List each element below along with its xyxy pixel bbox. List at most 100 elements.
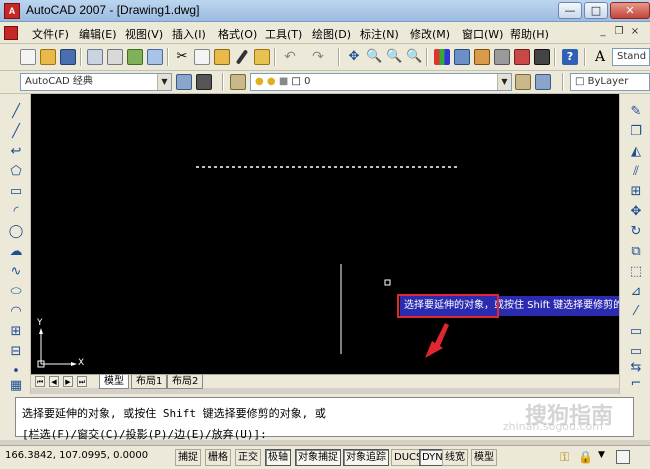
next-tab-icon[interactable]: ▶ bbox=[63, 376, 73, 387]
make-object-layer-current-icon[interactable] bbox=[515, 74, 531, 90]
comm-center-icon[interactable]: ⚿ bbox=[560, 450, 569, 465]
rotate-icon[interactable]: ↻ bbox=[628, 224, 644, 240]
paste-icon[interactable] bbox=[214, 49, 230, 65]
scale-icon[interactable]: ⧉ bbox=[628, 244, 644, 260]
insert-block-icon[interactable]: ⊞ bbox=[8, 324, 24, 340]
menu-dimension[interactable]: 标注(N) bbox=[360, 26, 399, 42]
layer-manager-icon[interactable] bbox=[230, 74, 246, 90]
block-editor-icon[interactable] bbox=[254, 49, 270, 65]
properties-icon[interactable] bbox=[434, 49, 450, 65]
trim-icon[interactable]: ⊿ bbox=[628, 284, 644, 300]
menu-help[interactable]: 帮助(H) bbox=[510, 26, 549, 42]
spline-icon[interactable]: ∿ bbox=[8, 264, 24, 280]
mdi-close-button[interactable]: × bbox=[628, 25, 642, 40]
autocad-app-icon[interactable]: A bbox=[4, 3, 20, 19]
copy-icon[interactable] bbox=[194, 49, 210, 65]
drawing-canvas[interactable]: Y X 选择要延伸的对象，或按住 Shift 键选择要修剪的对象 bbox=[31, 94, 619, 374]
erase-icon[interactable]: ✎ bbox=[628, 104, 644, 120]
fillet-icon[interactable]: ⌐ bbox=[628, 376, 644, 392]
array-icon[interactable]: ⊞ bbox=[628, 184, 644, 200]
open-folder-icon[interactable] bbox=[40, 49, 56, 65]
lock-toolbars-icon[interactable]: 🔒 bbox=[578, 450, 593, 464]
workspace-settings-icon[interactable] bbox=[176, 74, 192, 90]
mdi-minimize-button[interactable]: _ bbox=[596, 25, 610, 40]
markup-icon[interactable] bbox=[514, 49, 530, 65]
3d-dwf-icon[interactable] bbox=[147, 49, 163, 65]
menu-format[interactable]: 格式(O) bbox=[218, 26, 257, 42]
minimize-button[interactable]: — bbox=[558, 2, 582, 19]
status-osnap-button[interactable]: 对象捕捉 bbox=[295, 449, 341, 466]
hatch-icon[interactable]: ▦ bbox=[8, 378, 24, 394]
tab-model[interactable]: 模型 bbox=[99, 375, 129, 389]
offset-icon[interactable]: ⫽ bbox=[628, 164, 644, 180]
menu-insert[interactable]: 插入(I) bbox=[172, 26, 206, 42]
status-polar-button[interactable]: 极轴 bbox=[265, 449, 291, 466]
sheet-set-icon[interactable] bbox=[494, 49, 510, 65]
clean-screen-icon[interactable] bbox=[616, 450, 630, 464]
menu-draw[interactable]: 绘图(D) bbox=[312, 26, 351, 42]
prev-tab-icon[interactable]: ◀ bbox=[49, 376, 59, 387]
break-icon[interactable]: ▭ bbox=[628, 324, 644, 340]
workspace-combo[interactable]: AutoCAD 经典 ▼ bbox=[20, 73, 172, 91]
pan-icon[interactable]: ✥ bbox=[346, 49, 362, 65]
menu-window[interactable]: 窗口(W) bbox=[462, 26, 503, 42]
menu-view[interactable]: 视图(V) bbox=[125, 26, 163, 42]
menu-edit[interactable]: 编辑(E) bbox=[79, 26, 117, 42]
redo-icon[interactable]: ↷ bbox=[310, 49, 326, 65]
polygon-icon[interactable]: ⬠ bbox=[8, 164, 24, 180]
copy-object-icon[interactable]: ❐ bbox=[628, 124, 644, 140]
chamfer-icon[interactable]: ⇆ bbox=[628, 360, 644, 376]
layer-previous-icon[interactable] bbox=[535, 74, 551, 90]
zoom-window-icon[interactable]: 🔍 bbox=[386, 49, 402, 65]
tool-palettes-icon[interactable] bbox=[474, 49, 490, 65]
status-model-button[interactable]: 模型 bbox=[471, 449, 497, 466]
publish-icon[interactable] bbox=[127, 49, 143, 65]
ellipse-arc-icon[interactable]: ◠ bbox=[8, 304, 24, 320]
extend-icon[interactable]: ⁄ bbox=[628, 304, 644, 320]
status-snap-button[interactable]: 捕捉 bbox=[175, 449, 201, 466]
tab-layout1[interactable]: 布局1 bbox=[131, 375, 168, 389]
maximize-button[interactable]: □ bbox=[584, 2, 608, 19]
make-block-icon[interactable]: ⊟ bbox=[8, 344, 24, 360]
arc-icon[interactable]: ◜ bbox=[8, 204, 24, 220]
menu-tools[interactable]: 工具(T) bbox=[265, 26, 302, 42]
first-tab-icon[interactable]: ⏮ bbox=[35, 376, 45, 387]
mdi-restore-button[interactable]: ❐ bbox=[612, 25, 626, 40]
mirror-icon[interactable]: ◭ bbox=[628, 144, 644, 160]
ellipse-icon[interactable]: ⬭ bbox=[8, 284, 24, 300]
polyline-icon[interactable]: ↩ bbox=[8, 144, 24, 160]
circle-icon[interactable]: ◯ bbox=[8, 224, 24, 240]
last-tab-icon[interactable]: ⏭ bbox=[77, 376, 87, 387]
revision-cloud-icon[interactable]: ☁ bbox=[8, 244, 24, 260]
menu-modify[interactable]: 修改(M) bbox=[410, 26, 450, 42]
help-icon[interactable]: ? bbox=[562, 49, 578, 65]
undo-icon[interactable]: ↶ bbox=[282, 49, 298, 65]
join-icon[interactable]: ▭ bbox=[628, 344, 644, 360]
command-history[interactable]: 选择要延伸的对象, 或按住 Shift 键选择要修剪的对象, 或 [栏选(F)/… bbox=[15, 397, 634, 441]
text-style-icon[interactable]: A bbox=[592, 49, 608, 65]
save-icon[interactable] bbox=[60, 49, 76, 65]
zoom-realtime-icon[interactable]: 🔍 bbox=[366, 49, 382, 65]
command-line-2[interactable]: [栏选(F)/窗交(C)/投影(P)/边(E)/放弃(U)]: bbox=[22, 426, 267, 442]
design-center-icon[interactable] bbox=[454, 49, 470, 65]
stretch-icon[interactable]: ⬚ bbox=[628, 264, 644, 280]
document-icon[interactable] bbox=[4, 26, 18, 40]
linetype-combo[interactable]: □ ByLayer bbox=[570, 73, 650, 91]
move-icon[interactable]: ✥ bbox=[628, 204, 644, 220]
menu-file[interactable]: 文件(F) bbox=[32, 26, 69, 42]
layer-combo[interactable]: ● ● ■ □ 0 ▼ bbox=[250, 73, 512, 91]
match-properties-icon[interactable] bbox=[235, 49, 249, 65]
plot-preview-icon[interactable] bbox=[107, 49, 123, 65]
text-style-combo[interactable]: Stand bbox=[612, 48, 650, 66]
rectangle-icon[interactable]: ▭ bbox=[8, 184, 24, 200]
close-button[interactable]: ✕ bbox=[610, 2, 650, 19]
status-grid-button[interactable]: 栅格 bbox=[205, 449, 231, 466]
status-ortho-button[interactable]: 正交 bbox=[235, 449, 261, 466]
new-file-icon[interactable] bbox=[20, 49, 36, 65]
line-icon[interactable]: ╱ bbox=[8, 104, 24, 120]
construction-line-icon[interactable]: ╱ bbox=[8, 124, 24, 140]
calculator-icon[interactable] bbox=[534, 49, 550, 65]
status-lineweight-button[interactable]: 线宽 bbox=[442, 449, 468, 466]
print-icon[interactable] bbox=[87, 49, 103, 65]
status-otrack-button[interactable]: 对象追踪 bbox=[343, 449, 389, 466]
